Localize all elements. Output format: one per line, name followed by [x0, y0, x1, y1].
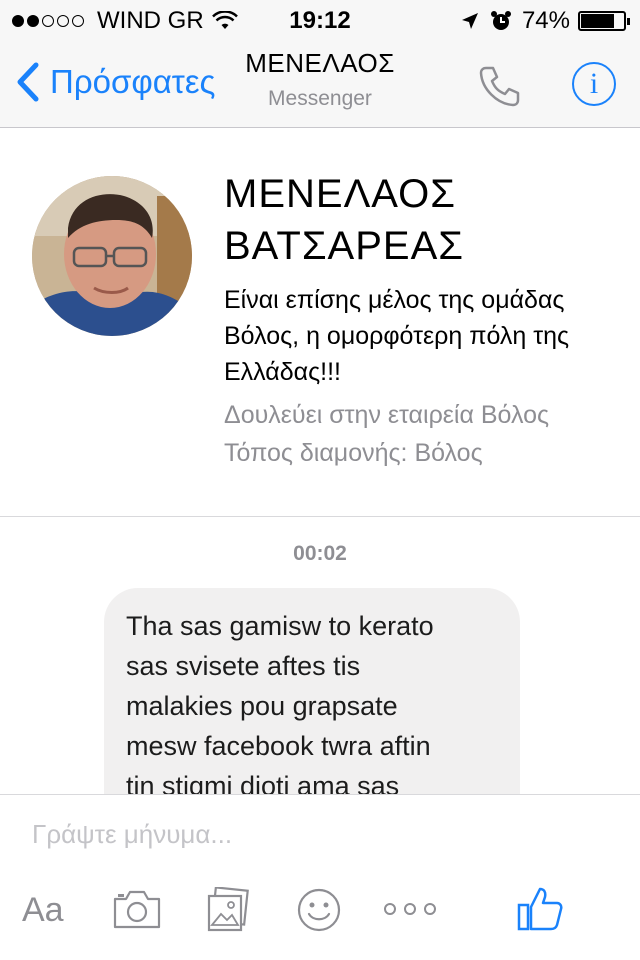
message-text: Tha sas gamisw to kerato sas svisete aft…	[126, 611, 434, 801]
profile-meta: Δουλεύει στην εταιρεία Βόλος Τόπος διαμο…	[224, 396, 549, 472]
like-icon[interactable]	[516, 885, 564, 938]
profile-residence: Τόπος διαμονής: Βόλος	[224, 439, 483, 467]
call-button[interactable]	[476, 62, 524, 115]
profile-name: ΜΕΝΕΛΑΟΣ ΒΑΤΣΑΡΕΑΣ	[224, 168, 464, 272]
status-bar: WIND GR 19:12 74%	[0, 0, 640, 40]
profile-photo	[32, 176, 192, 336]
profile-bio: Είναι επίσης μέλος της ομάδας Βόλος, η ο…	[224, 286, 570, 386]
battery-percent: 74%	[521, 7, 570, 34]
back-button[interactable]: Πρόσφατες	[16, 62, 215, 102]
contact-subtitle: Messenger	[268, 87, 372, 110]
nav-bar: Πρόσφατες ΜΕΝΕΛΑΟΣ Messenger i	[0, 40, 640, 128]
photo-gallery-icon[interactable]	[206, 886, 250, 938]
chevron-left-icon	[17, 62, 39, 102]
profile-first-name: ΜΕΝΕΛΑΟΣ	[224, 172, 456, 216]
status-right: 74%	[460, 7, 630, 35]
section-divider	[0, 516, 640, 517]
message-timestamp: 00:02	[293, 542, 347, 565]
contact-name: ΜΕΝΕΛΑΟΣ	[245, 48, 395, 78]
profile-last-name: ΒΑΤΣΑΡΕΑΣ	[224, 224, 464, 268]
info-icon: i	[589, 67, 599, 100]
composer: Aa	[0, 794, 640, 960]
emoji-icon[interactable]	[296, 887, 342, 938]
conversation-title[interactable]: ΜΕΝΕΛΑΟΣ Messenger	[220, 48, 420, 111]
more-icon[interactable]	[382, 897, 438, 926]
text-format-icon[interactable]: Aa	[22, 891, 64, 930]
camera-icon[interactable]	[112, 887, 162, 936]
avatar[interactable]	[32, 176, 192, 336]
info-button[interactable]: i	[572, 62, 616, 106]
alarm-icon	[490, 11, 511, 30]
composer-toolbar: Aa	[0, 885, 640, 947]
battery-icon	[578, 11, 630, 31]
location-arrow-icon	[461, 13, 478, 29]
back-button-label: Πρόσφατες	[50, 63, 216, 100]
profile-work: Δουλεύει στην εταιρεία Βόλος	[224, 401, 550, 429]
phone-icon	[479, 66, 520, 107]
message-input[interactable]	[32, 819, 592, 850]
